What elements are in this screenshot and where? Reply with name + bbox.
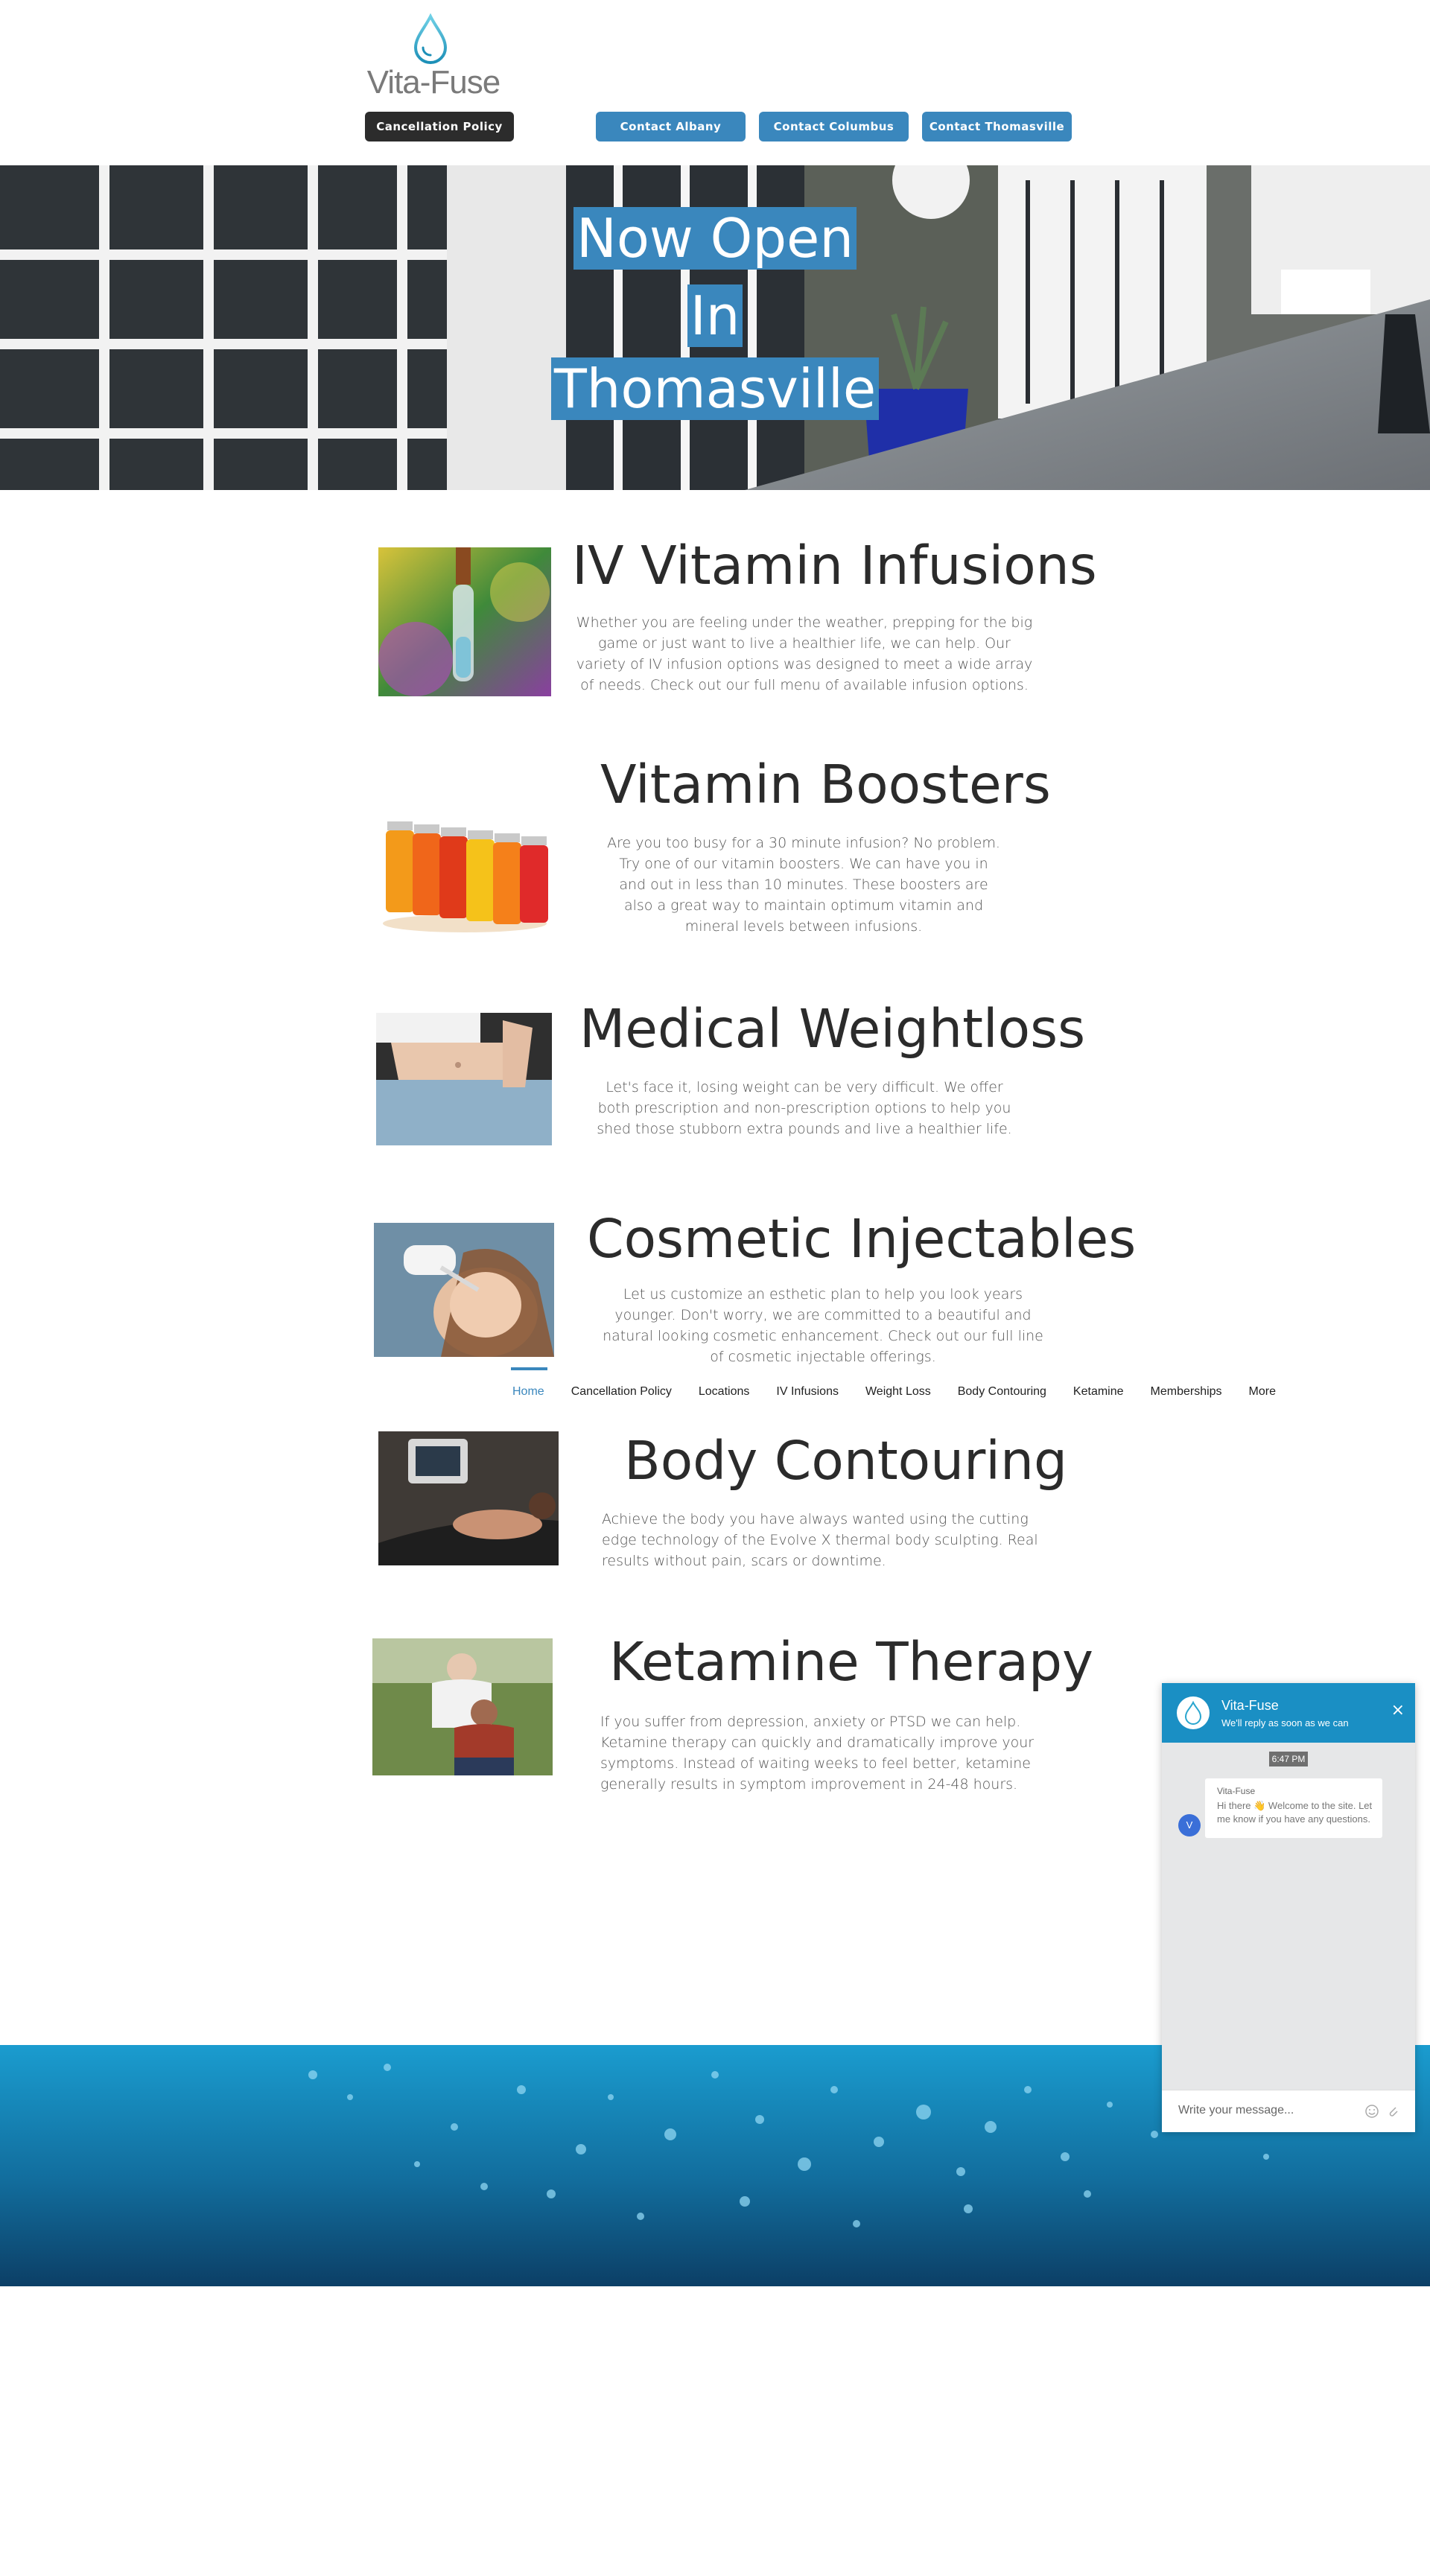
- contact-columbus-button[interactable]: Contact Columbus: [759, 112, 909, 141]
- nav-weight-loss[interactable]: Weight Loss: [865, 1369, 944, 1421]
- body-contouring-description: Achieve the body you have always wanted …: [602, 1511, 1038, 1569]
- iv-infusions-description: Whether you are feeling under the weathe…: [576, 614, 1033, 693]
- vitamin-boosters-title: Vitamin Boosters: [600, 754, 1051, 815]
- hero-line-3: Thomasville: [0, 357, 1430, 420]
- nav-memberships[interactable]: Memberships: [1151, 1369, 1236, 1421]
- chat-message-text: Hi there 👋 Welcome to the site. Let me k…: [1217, 1800, 1373, 1825]
- contact-albany-button[interactable]: Contact Albany: [596, 112, 746, 141]
- hero-banner: Now Open In Thomasville: [0, 165, 1430, 490]
- nav-cancellation-policy[interactable]: Cancellation Policy: [571, 1369, 685, 1421]
- ketamine-therapy-image[interactable]: [372, 1638, 553, 1775]
- chat-sender-avatar: V: [1178, 1814, 1201, 1836]
- vitamin-boosters-image[interactable]: [378, 786, 551, 935]
- nav-ketamine[interactable]: Ketamine: [1073, 1369, 1137, 1421]
- contact-thomasville-button[interactable]: Contact Thomasville: [922, 112, 1072, 141]
- nav-more[interactable]: More: [1249, 1369, 1289, 1421]
- attachment-icon[interactable]: [1385, 2104, 1400, 2119]
- cosmetic-injectables-image[interactable]: [374, 1223, 554, 1357]
- logo-text[interactable]: Vita-Fuse: [366, 64, 501, 101]
- chat-widget[interactable]: Vita-Fuse We'll reply as soon as we can …: [1162, 1683, 1415, 2132]
- hero-line-2: In: [0, 284, 1430, 347]
- nav-iv-infusions[interactable]: IV Infusions: [776, 1369, 852, 1421]
- weightloss-image[interactable]: [376, 1013, 552, 1145]
- chat-message-sender: Vita-Fuse: [1217, 1786, 1256, 1796]
- iv-infusions-title: IV Vitamin Infusions: [572, 535, 1097, 597]
- medical-weightloss-description: Let's face it, losing weight can be very…: [597, 1079, 1012, 1137]
- chat-message-bubble: Vita-Fuse Hi there 👋 Welcome to the site…: [1205, 1778, 1382, 1838]
- medical-weightloss-title: Medical Weightloss: [579, 998, 1086, 1060]
- chat-subtitle: We'll reply as soon as we can: [1221, 1717, 1349, 1729]
- body-contouring-title: Body Contouring: [624, 1430, 1068, 1492]
- vitamin-boosters-description: Are you too busy for a 30 minute infusio…: [607, 835, 1000, 935]
- iv-infusion-image[interactable]: [378, 547, 551, 696]
- close-icon[interactable]: ×: [1391, 1702, 1405, 1719]
- emoji-icon[interactable]: [1364, 2104, 1379, 2119]
- chat-message-input[interactable]: Write your message...: [1162, 2090, 1415, 2132]
- cosmetic-injectables-title: Cosmetic Injectables: [587, 1208, 1137, 1270]
- chat-input-placeholder: Write your message...: [1178, 2104, 1294, 2117]
- chat-avatar: [1177, 1696, 1210, 1729]
- chat-header: Vita-Fuse We'll reply as soon as we can …: [1162, 1683, 1415, 1743]
- main-nav: Home Cancellation Policy Locations IV In…: [511, 1367, 1303, 1421]
- logo-drop-icon[interactable]: [411, 13, 450, 67]
- cosmetic-injectables-description: Let us customize an esthetic plan to hel…: [603, 1286, 1043, 1365]
- nav-body-contouring[interactable]: Body Contouring: [958, 1369, 1060, 1421]
- ketamine-therapy-description: If you suffer from depression, anxiety o…: [600, 1714, 1035, 1793]
- body-contouring-image[interactable]: [378, 1431, 559, 1565]
- nav-home[interactable]: Home: [511, 1367, 558, 1421]
- ketamine-therapy-title: Ketamine Therapy: [609, 1631, 1094, 1693]
- cancellation-policy-button[interactable]: Cancellation Policy: [365, 112, 514, 141]
- chat-business-name: Vita-Fuse: [1221, 1698, 1279, 1713]
- hero-line-1: Now Open: [0, 207, 1430, 270]
- chat-timestamp: 6:47 PM: [1269, 1752, 1308, 1766]
- nav-locations[interactable]: Locations: [699, 1369, 763, 1421]
